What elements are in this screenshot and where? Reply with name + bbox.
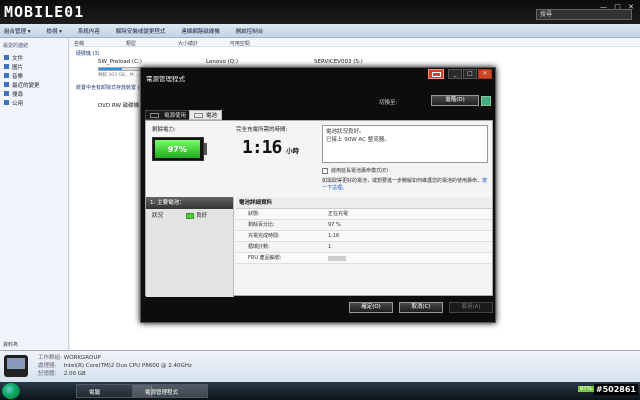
extend-life-checkbox[interactable]: 啟用延長電池壽命模式(E) — [322, 167, 388, 174]
detail-row: 狀態: 正在充電 — [236, 209, 492, 220]
sidebar-header: 最愛的連結 — [3, 43, 29, 49]
battery-note: 如需取得更好的電池，或想要進一步瞭解如何維護您的電池的使用壽命，按一下這裡。 — [322, 178, 488, 191]
site-banner: MOBILE01 — □ ✕ 搜尋 — [0, 0, 640, 24]
main-battery-status: 狀況 良好 — [152, 213, 208, 219]
column-type[interactable]: 類型 — [122, 38, 172, 49]
sidebar: 最愛的連結 文件 圖片 音樂 最近的變更 搜尋 公用 資料夾 — [0, 38, 69, 350]
sidebar-item-documents[interactable]: 文件 — [0, 53, 68, 62]
detail-row: 循環計數: 1 — [236, 242, 492, 253]
toolbar-control-panel[interactable]: 開啟控制台 — [236, 27, 264, 35]
main-battery-header[interactable]: 1: 主要電池： — [146, 197, 233, 209]
site-logo: MOBILE01 — [4, 3, 85, 21]
detail-row: 充電完成時間: 1:16 — [236, 231, 492, 242]
battery-icon — [428, 69, 444, 79]
dialog-title: 電源管理程式 — [146, 75, 185, 83]
battery-terminal — [204, 143, 207, 155]
toolbar-properties[interactable]: 系統內容 — [78, 27, 100, 35]
sidebar-item-search[interactable]: 搜尋 — [0, 89, 68, 98]
sidebar-item-music[interactable]: 音樂 — [0, 71, 68, 80]
folder-icon — [4, 55, 9, 60]
maximize-button[interactable]: □ — [463, 69, 477, 79]
toolbar-map-drive[interactable]: 連線網路磁碟機 — [181, 27, 220, 35]
plug-icon — [150, 113, 159, 118]
remaining-label: 剩餘電力: — [152, 127, 176, 133]
full-charge-label: 完全充電所需的時間: — [236, 127, 288, 133]
detail-row: 剩餘百分比: 97 % — [236, 220, 492, 231]
battery-details-header: 電池詳細資料 — [236, 197, 492, 209]
battery-status-box: 電池狀況良好。 已接上 90W AC 整流器。 — [322, 125, 488, 163]
battery-panel: 剩餘電力: 97% 完全充電所需的時間: 1:16 小時 電池狀況良好。 已接上… — [145, 120, 493, 297]
explorer-toolbar: 組合管理 ▾ 檢視 ▾ 系統內容 解除安裝或變更程式 連線網路磁碟機 開啟控制台 — [0, 24, 640, 38]
taskbar: 電腦 電源管理程式 97% #502861 — [0, 382, 640, 400]
folder-icon — [4, 73, 9, 78]
close-button[interactable]: ✕ — [478, 69, 492, 79]
cancel-button[interactable]: 取消(C) — [399, 302, 443, 313]
apply-button[interactable]: 套用(A) — [449, 302, 493, 313]
group-hard-drives[interactable]: 硬碟機 (3) — [76, 50, 100, 57]
fru-value-redacted — [328, 256, 346, 261]
search-input[interactable]: 搜尋 — [536, 9, 632, 20]
tab-battery[interactable]: 電池 — [189, 110, 223, 120]
column-total[interactable]: 大小總計 — [174, 38, 224, 49]
toolbar-views[interactable]: 檢視 ▾ — [46, 27, 62, 35]
battery-icon — [194, 113, 203, 118]
help-icon[interactable] — [481, 96, 491, 106]
sidebar-item-recent[interactable]: 最近的變更 — [0, 80, 68, 89]
status-ok-icon — [186, 213, 194, 219]
ok-button[interactable]: 確定(O) — [349, 302, 393, 313]
column-free[interactable]: 可用空間 — [226, 38, 276, 49]
toolbar-organize[interactable]: 組合管理 ▾ — [4, 27, 31, 35]
column-headers: 名稱 類型 大小總計 可用空間 — [70, 38, 640, 47]
full-charge-unit: 小時 — [286, 147, 299, 155]
group-removable[interactable]: 裝置中含有卸除式存放裝置 (1) — [76, 84, 145, 91]
toolbar-uninstall[interactable]: 解除安裝或變更程式 — [116, 27, 166, 35]
watermark: #502861 — [593, 384, 638, 395]
computer-icon — [4, 355, 28, 377]
advanced-button[interactable]: 進階(D) — [431, 95, 479, 106]
details-text: 工作群組: WORKGROUP 處理器: Intel(R) Core(TM)2 … — [38, 355, 192, 377]
sidebar-item-public[interactable]: 公用 — [0, 98, 68, 107]
details-pane: 工作群組: WORKGROUP 處理器: Intel(R) Core(TM)2 … — [0, 350, 640, 382]
folder-icon — [4, 100, 9, 105]
detail-row: FRU 產品編號: — [236, 253, 492, 264]
switch-to-label: 切換至: — [379, 100, 398, 106]
sidebar-folders[interactable]: 資料夾 — [3, 341, 18, 348]
folder-icon — [4, 64, 9, 69]
system-tray: 97% — [577, 386, 594, 392]
battery-gauge-fill: 97% — [155, 140, 200, 158]
folder-icon — [4, 91, 9, 96]
start-button[interactable] — [2, 383, 20, 399]
drive-usage-fill — [99, 68, 123, 70]
tab-power-usage[interactable]: 電源使用 — [145, 110, 192, 120]
sidebar-item-pictures[interactable]: 圖片 — [0, 62, 68, 71]
checkbox-box[interactable] — [322, 167, 328, 174]
power-manager-dialog: 電源管理程式 _ □ ✕ 切換至: 進階(D) 電源使用 電池 剩餘電力: 97… — [140, 67, 496, 323]
column-name[interactable]: 名稱 — [70, 38, 120, 49]
folder-icon — [4, 82, 9, 87]
minimize-button[interactable]: _ — [448, 69, 462, 79]
taskbar-item-power-manager[interactable]: 電源管理程式 — [132, 384, 208, 398]
battery-tray-icon[interactable]: 97% — [577, 386, 594, 392]
battery-gauge: 97% — [152, 137, 204, 161]
full-charge-time: 1:16 — [242, 137, 282, 158]
main-battery-panel: 1: 主要電池： 狀況 良好 — [146, 197, 234, 297]
battery-details-table: 狀態: 正在充電 剩餘百分比: 97 % 充電完成時間: 1:16 循環計數: 1 FR… — [236, 209, 492, 264]
